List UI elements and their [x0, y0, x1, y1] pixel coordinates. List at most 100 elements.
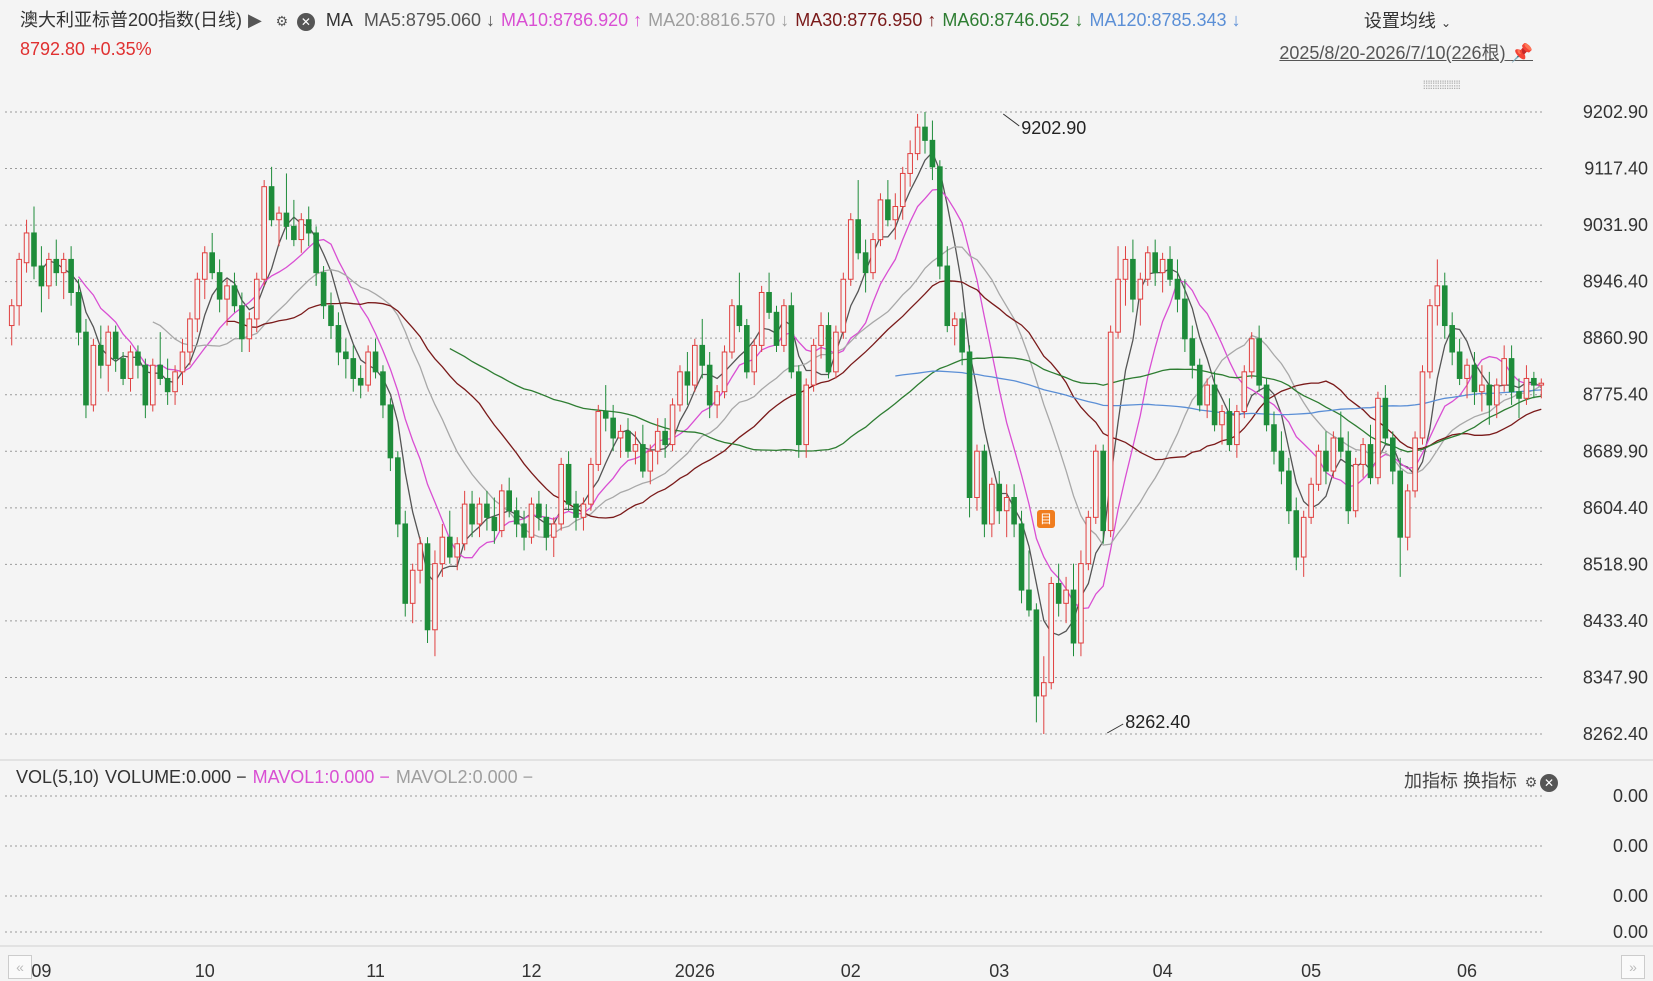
extreme-label: 8262.40 — [1125, 712, 1190, 732]
candle — [1449, 325, 1455, 353]
header-row: 澳大利亚标普200指数(日线) ▶ ⚙ ✕ MA MA5:8795.060 ↓ MA1… — [20, 6, 1253, 32]
kline-chart[interactable]: 9202.90 9117.40 9031.90 8946.40 8860.90 8775.… — [0, 0, 1653, 981]
settings-ma-button[interactable]: 设置均线 ⌄ — [1364, 7, 1451, 33]
candle — [68, 258, 74, 293]
scroll-grip-icon[interactable]: ⁞⁞⁞⁞⁞⁞⁞⁞⁞⁞⁞⁞⁞⁞⁞⁞ — [1423, 78, 1461, 92]
candle — [1300, 516, 1307, 558]
y-tick-label: 8262.40 — [1583, 724, 1648, 744]
candle — [773, 311, 780, 346]
candle — [1330, 437, 1337, 472]
candle — [892, 206, 899, 221]
candle — [1041, 682, 1047, 697]
candle — [149, 364, 156, 406]
candle — [1263, 384, 1270, 426]
candle — [1323, 450, 1329, 472]
candle — [528, 503, 535, 538]
candle — [253, 278, 260, 320]
candle — [1122, 258, 1129, 280]
candle — [328, 305, 334, 327]
date-range[interactable]: 2025/8/20-2026/7/10(226根) 📌 — [1279, 39, 1533, 65]
scroll-left-button[interactable]: « — [8, 955, 32, 979]
candle — [899, 172, 906, 208]
candle — [669, 404, 676, 446]
candle — [1352, 463, 1359, 512]
candle — [1471, 364, 1478, 393]
candle — [46, 258, 52, 287]
x-tick-label: 12 — [521, 961, 541, 981]
candle — [320, 272, 327, 307]
candle — [781, 305, 787, 346]
ma-value-5: MA120:8785.343 ↓ — [1089, 10, 1241, 30]
candle — [506, 490, 512, 512]
ma-value-0: MA5:8795.060 ↓ — [363, 10, 496, 30]
candle — [654, 430, 661, 452]
candle — [1464, 364, 1470, 379]
close-icon[interactable]: ✕ — [1540, 774, 1558, 792]
candle — [194, 278, 201, 320]
candle — [1234, 411, 1240, 446]
candle — [692, 344, 698, 386]
y-tick-label: 8775.40 — [1583, 385, 1648, 405]
price-change: +0.35% — [90, 39, 152, 59]
candle — [625, 430, 631, 452]
candle — [1196, 364, 1203, 406]
candle — [1486, 384, 1493, 406]
gear-icon[interactable]: ⚙ — [1522, 773, 1540, 791]
candle — [951, 318, 958, 327]
instrument-title[interactable]: 澳大利亚标普200指数(日线) — [20, 10, 242, 30]
candle — [380, 371, 386, 406]
candle — [1026, 589, 1032, 611]
candle — [1278, 450, 1285, 472]
candle — [729, 305, 735, 353]
candle — [877, 199, 884, 241]
candle — [1397, 470, 1404, 538]
candle — [157, 364, 164, 379]
candle — [1389, 437, 1396, 472]
candle — [1011, 497, 1017, 525]
candle — [714, 391, 720, 406]
y-tick-label: 8433.40 — [1583, 611, 1648, 631]
candle — [1538, 382, 1545, 386]
gear-icon[interactable]: ⚙ — [273, 12, 291, 30]
x-tick-label: 04 — [1153, 961, 1173, 981]
candle — [640, 444, 646, 472]
candle — [677, 371, 683, 406]
candle — [1516, 391, 1522, 399]
y-tick-label: 8518.90 — [1583, 554, 1648, 574]
candle — [1107, 331, 1114, 532]
pin-icon: 📌 — [1510, 43, 1533, 63]
candle — [1523, 377, 1530, 399]
candle — [484, 503, 490, 518]
candle — [357, 377, 364, 386]
x-tick-label: 02 — [841, 961, 861, 981]
candle — [1293, 510, 1300, 558]
candle — [409, 569, 416, 604]
play-icon[interactable]: ▶ — [248, 10, 262, 30]
candle — [974, 450, 980, 499]
candle — [98, 344, 104, 366]
candle — [1241, 371, 1248, 413]
candle — [1100, 450, 1107, 532]
candle — [1226, 411, 1233, 446]
candle — [788, 305, 795, 373]
x-tick-label: 03 — [989, 961, 1009, 981]
candle — [1441, 285, 1448, 327]
candle — [810, 344, 817, 386]
add-indicator-button[interactable]: 加指标 — [1404, 771, 1458, 791]
event-marker-icon[interactable]: 目 — [1037, 510, 1055, 528]
candle — [684, 371, 691, 386]
candle — [201, 252, 208, 280]
candle — [1070, 589, 1077, 644]
candle — [840, 278, 847, 333]
candle — [1456, 351, 1463, 379]
candle — [1078, 563, 1084, 644]
switch-indicator-button[interactable]: 换指标 — [1463, 771, 1517, 791]
ma-value-3: MA30:8776.950 ↑ — [795, 10, 937, 30]
candle — [298, 219, 305, 241]
candle — [914, 126, 921, 155]
ma-value-2: MA20:8816.570 ↓ — [648, 10, 790, 30]
close-icon[interactable]: ✕ — [296, 13, 315, 31]
candle — [543, 516, 550, 538]
candle — [120, 358, 126, 379]
scroll-right-button[interactable]: » — [1621, 955, 1645, 979]
